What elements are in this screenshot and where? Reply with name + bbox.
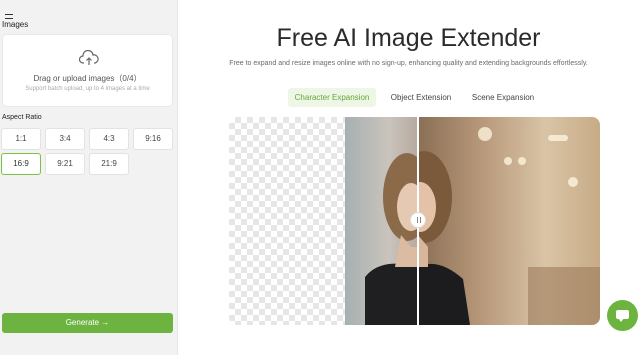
ratio-9-16-button[interactable]: 9:16 bbox=[133, 128, 173, 150]
page-title: Free AI Image Extender bbox=[276, 24, 541, 52]
upload-dropzone[interactable]: Drag or upload images（0/4） Support batch… bbox=[2, 34, 173, 107]
tab-scene-expansion[interactable]: Scene Expansion bbox=[467, 88, 539, 107]
ratio-1-1-button[interactable]: 1:1 bbox=[1, 128, 41, 150]
ratio-4-3-button[interactable]: 4:3 bbox=[89, 128, 129, 150]
images-label: Images bbox=[2, 20, 29, 29]
divider-handle-icon[interactable] bbox=[410, 212, 426, 228]
sidebar: Images Drag or upload images（0/4） Suppor… bbox=[0, 0, 178, 355]
portrait-extended-illustration bbox=[418, 151, 600, 325]
upload-hint: Support batch upload, up to 4 images at … bbox=[25, 86, 150, 92]
tab-object-extension[interactable]: Object Extension bbox=[385, 88, 457, 107]
original-image bbox=[345, 117, 418, 325]
extended-image bbox=[418, 117, 600, 325]
chat-icon bbox=[616, 310, 629, 322]
ratio-16-9-button[interactable]: 16:9 bbox=[1, 153, 41, 175]
chat-button[interactable] bbox=[607, 300, 638, 331]
menu-icon[interactable] bbox=[5, 14, 13, 19]
generate-button[interactable]: Generate → bbox=[2, 313, 173, 333]
page-subtitle: Free to expand and resize images online … bbox=[229, 60, 588, 67]
tab-character-expansion[interactable]: Character Expansion bbox=[288, 88, 376, 107]
before-after-preview bbox=[229, 117, 600, 325]
aspect-ratio-label: Aspect Ratio bbox=[2, 114, 42, 121]
ratio-3-4-button[interactable]: 3:4 bbox=[45, 128, 85, 150]
ratio-21-9-button[interactable]: 21:9 bbox=[89, 153, 129, 175]
upload-title: Drag or upload images（0/4） bbox=[33, 74, 142, 83]
ratio-9-21-button[interactable]: 9:21 bbox=[45, 153, 85, 175]
upload-cloud-icon bbox=[79, 50, 99, 65]
transparent-area bbox=[229, 117, 345, 325]
portrait-original-illustration bbox=[365, 153, 418, 325]
